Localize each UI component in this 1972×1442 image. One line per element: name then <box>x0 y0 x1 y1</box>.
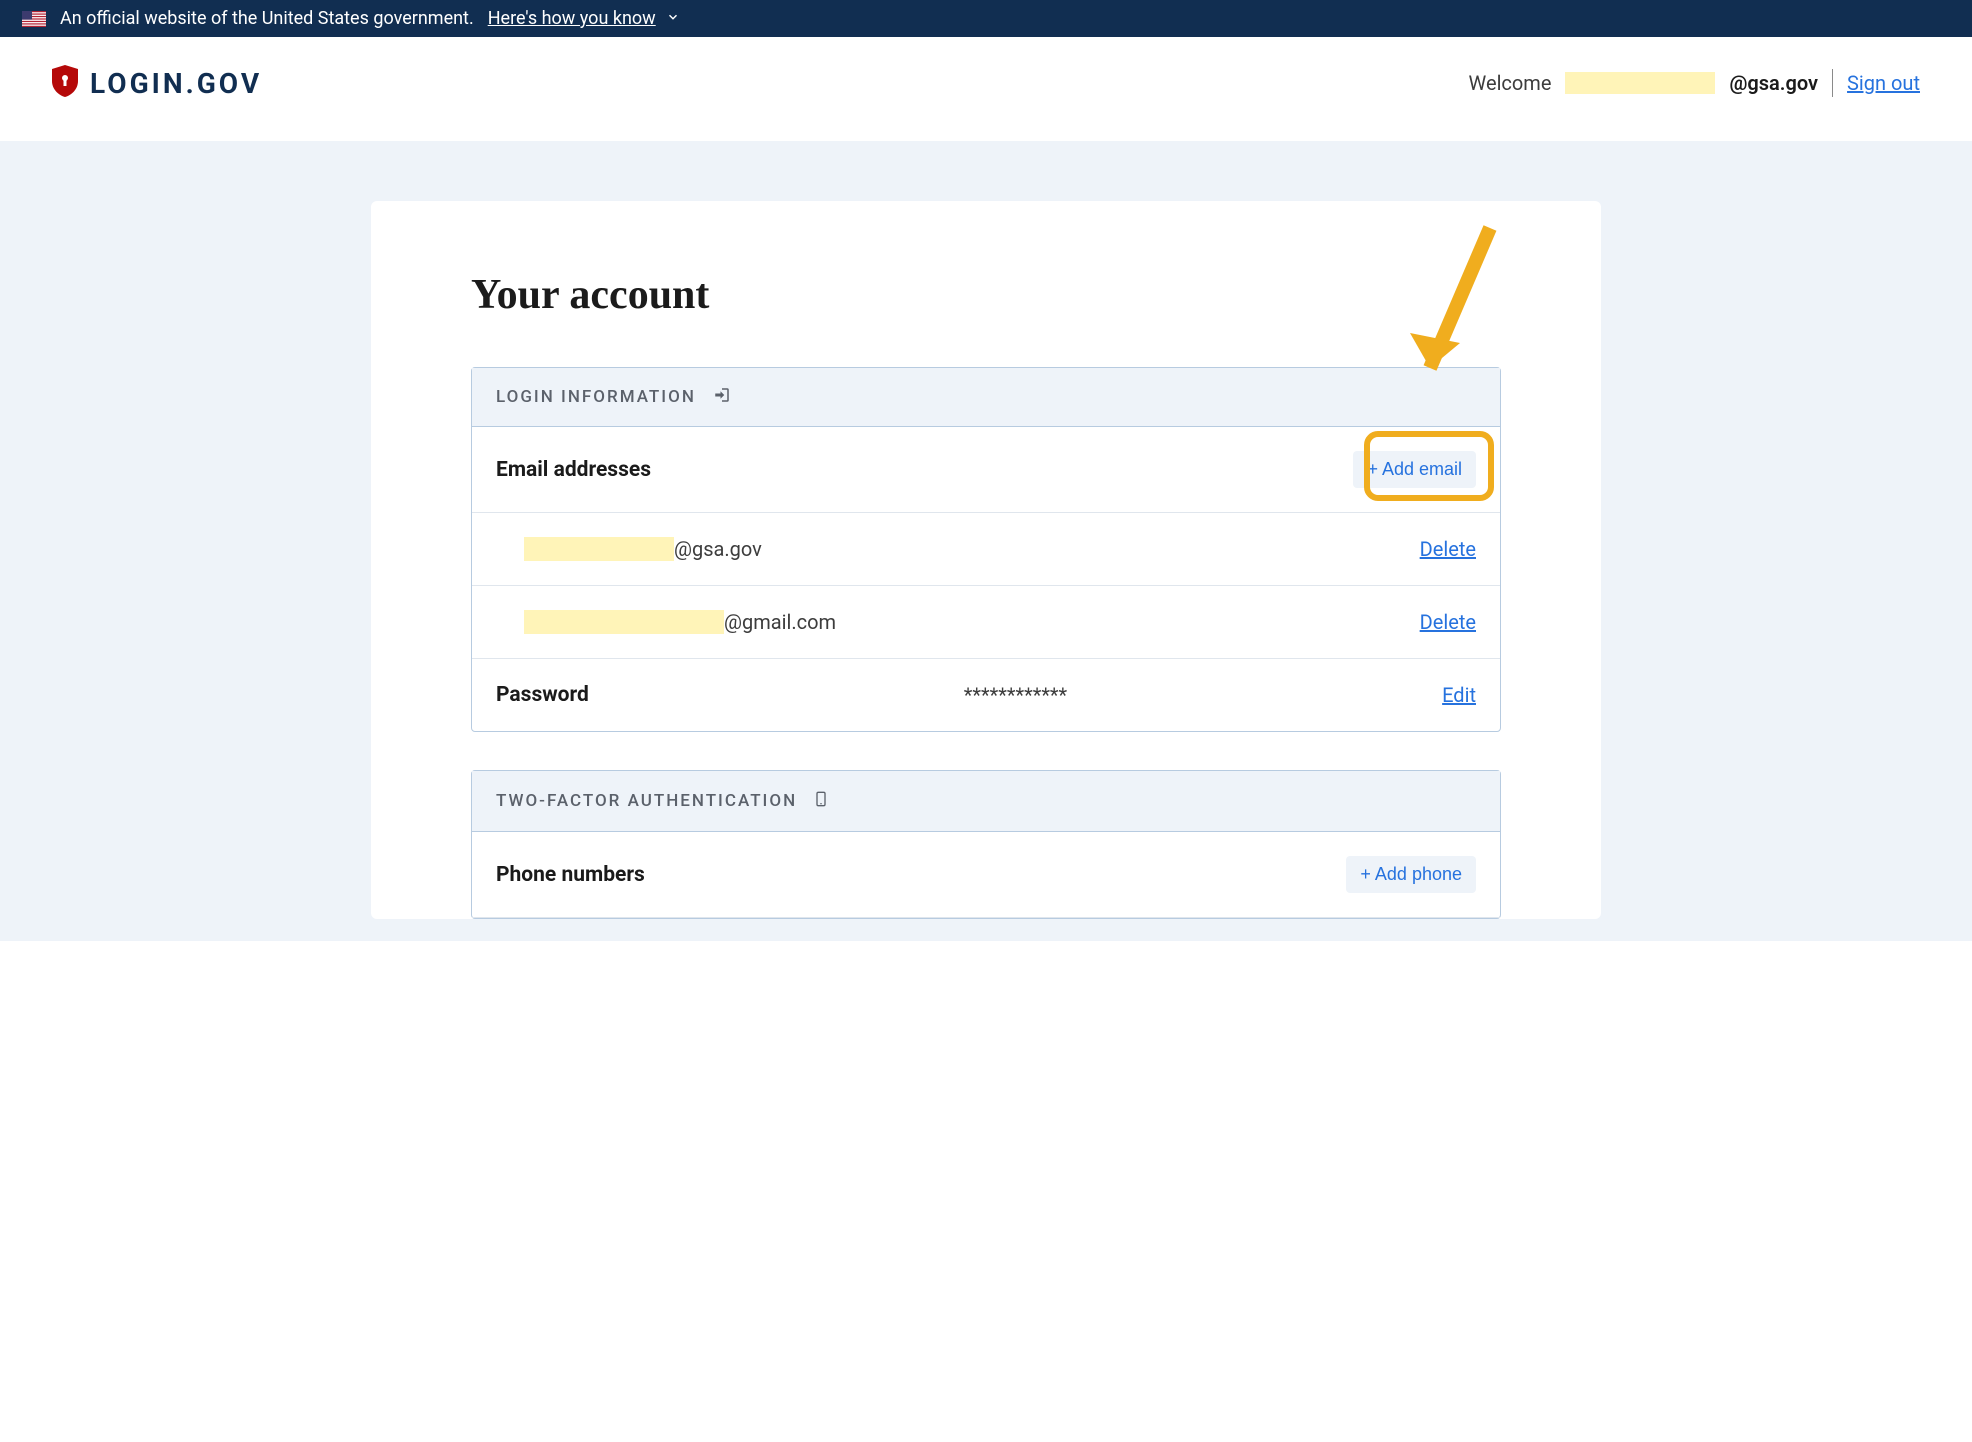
password-masked: ************ <box>589 683 1442 707</box>
gov-banner: An official website of the United States… <box>0 0 1972 37</box>
redacted-email-local <box>524 610 724 634</box>
logo-text: LOGIN.GOV <box>90 67 262 100</box>
password-label: Password <box>496 683 589 707</box>
email-row-0: @gsa.gov Delete <box>472 513 1500 586</box>
login-information-section: LOGIN INFORMATION Email addresses + Add … <box>471 367 1501 732</box>
email-addresses-label: Email addresses <box>496 458 651 482</box>
password-row: Password ************ Edit <box>472 659 1500 731</box>
us-flag-icon <box>22 11 46 27</box>
email-domain-1: @gmail.com <box>724 610 836 634</box>
edit-password-link[interactable]: Edit <box>1442 683 1476 707</box>
add-phone-button[interactable]: + Add phone <box>1346 856 1476 893</box>
gov-banner-text: An official website of the United States… <box>60 8 474 29</box>
signout-link[interactable]: Sign out <box>1847 71 1920 95</box>
phone-numbers-label: Phone numbers <box>496 863 645 887</box>
shield-icon <box>52 65 78 101</box>
login-info-header: LOGIN INFORMATION <box>472 368 1500 427</box>
welcome-label: Welcome <box>1469 71 1552 95</box>
login-info-header-text: LOGIN INFORMATION <box>496 387 696 407</box>
page-background: Your account LOGIN INFORMATION Email add… <box>0 141 1972 941</box>
logo[interactable]: LOGIN.GOV <box>52 65 262 101</box>
redacted-username <box>1565 72 1715 94</box>
gov-banner-expand[interactable]: Here's how you know <box>488 8 680 29</box>
email-domain-0: @gsa.gov <box>674 537 762 561</box>
redacted-email-local <box>524 537 674 561</box>
account-card: Your account LOGIN INFORMATION Email add… <box>371 201 1601 919</box>
email-row-1: @gmail.com Delete <box>472 586 1500 659</box>
site-header: LOGIN.GOV Welcome @gsa.gov Sign out <box>0 37 1972 141</box>
add-email-button[interactable]: + Add email <box>1353 451 1476 488</box>
login-arrow-icon <box>712 386 732 408</box>
phone-icon <box>813 789 829 813</box>
header-right: Welcome @gsa.gov Sign out <box>1469 69 1920 97</box>
delete-email-link-0[interactable]: Delete <box>1420 537 1476 561</box>
gov-banner-link[interactable]: Here's how you know <box>488 8 656 29</box>
page-title: Your account <box>471 271 1501 319</box>
header-email-domain: @gsa.gov <box>1729 71 1818 95</box>
two-factor-section: TWO-FACTOR AUTHENTICATION Phone numbers … <box>471 770 1501 919</box>
two-factor-header-text: TWO-FACTOR AUTHENTICATION <box>496 791 797 811</box>
two-factor-header: TWO-FACTOR AUTHENTICATION <box>472 771 1500 832</box>
chevron-down-icon <box>666 8 680 29</box>
vertical-separator <box>1832 69 1833 97</box>
email-addresses-row: Email addresses + Add email <box>472 427 1500 513</box>
phone-numbers-row: Phone numbers + Add phone <box>472 832 1500 918</box>
delete-email-link-1[interactable]: Delete <box>1420 610 1476 634</box>
